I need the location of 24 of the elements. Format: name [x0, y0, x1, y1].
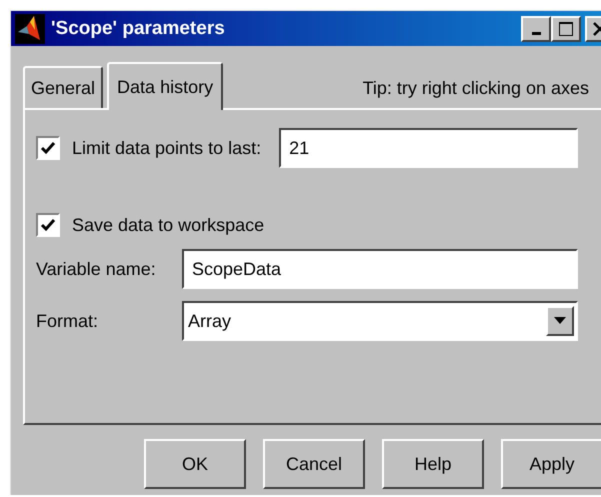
tab[interactable]: General [23, 66, 104, 108]
input-field[interactable]: ScopeData [182, 249, 578, 289]
checkbox[interactable] [36, 213, 60, 237]
checkbox[interactable] [36, 136, 60, 160]
input-field[interactable]: 21 [279, 128, 578, 168]
field-label: Variable name: [36, 258, 157, 280]
check-icon [40, 217, 56, 233]
checkbox-label: Limit data points to last: [72, 138, 262, 158]
window-title: 'Scope' parameters [51, 18, 226, 40]
maximize-icon [558, 20, 574, 36]
dialog-button[interactable]: Help [382, 439, 484, 489]
dialog-button[interactable]: Apply [501, 439, 601, 489]
dialog-button[interactable]: Cancel [263, 439, 365, 489]
minimize-button[interactable] [521, 16, 551, 42]
checkbox-label: Save data to workspace [72, 214, 264, 236]
check-icon [40, 140, 56, 156]
tab[interactable]: Data history [107, 62, 224, 110]
dropdown[interactable]: Array [182, 301, 578, 341]
tip-text: Tip: try right clicking on axes [362, 78, 589, 98]
maximize-button[interactable] [551, 16, 581, 42]
app-logo-icon [15, 14, 45, 44]
field-label: Format: [36, 310, 100, 332]
minimize-icon [532, 32, 540, 35]
dialog-button[interactable]: OK [144, 439, 246, 489]
